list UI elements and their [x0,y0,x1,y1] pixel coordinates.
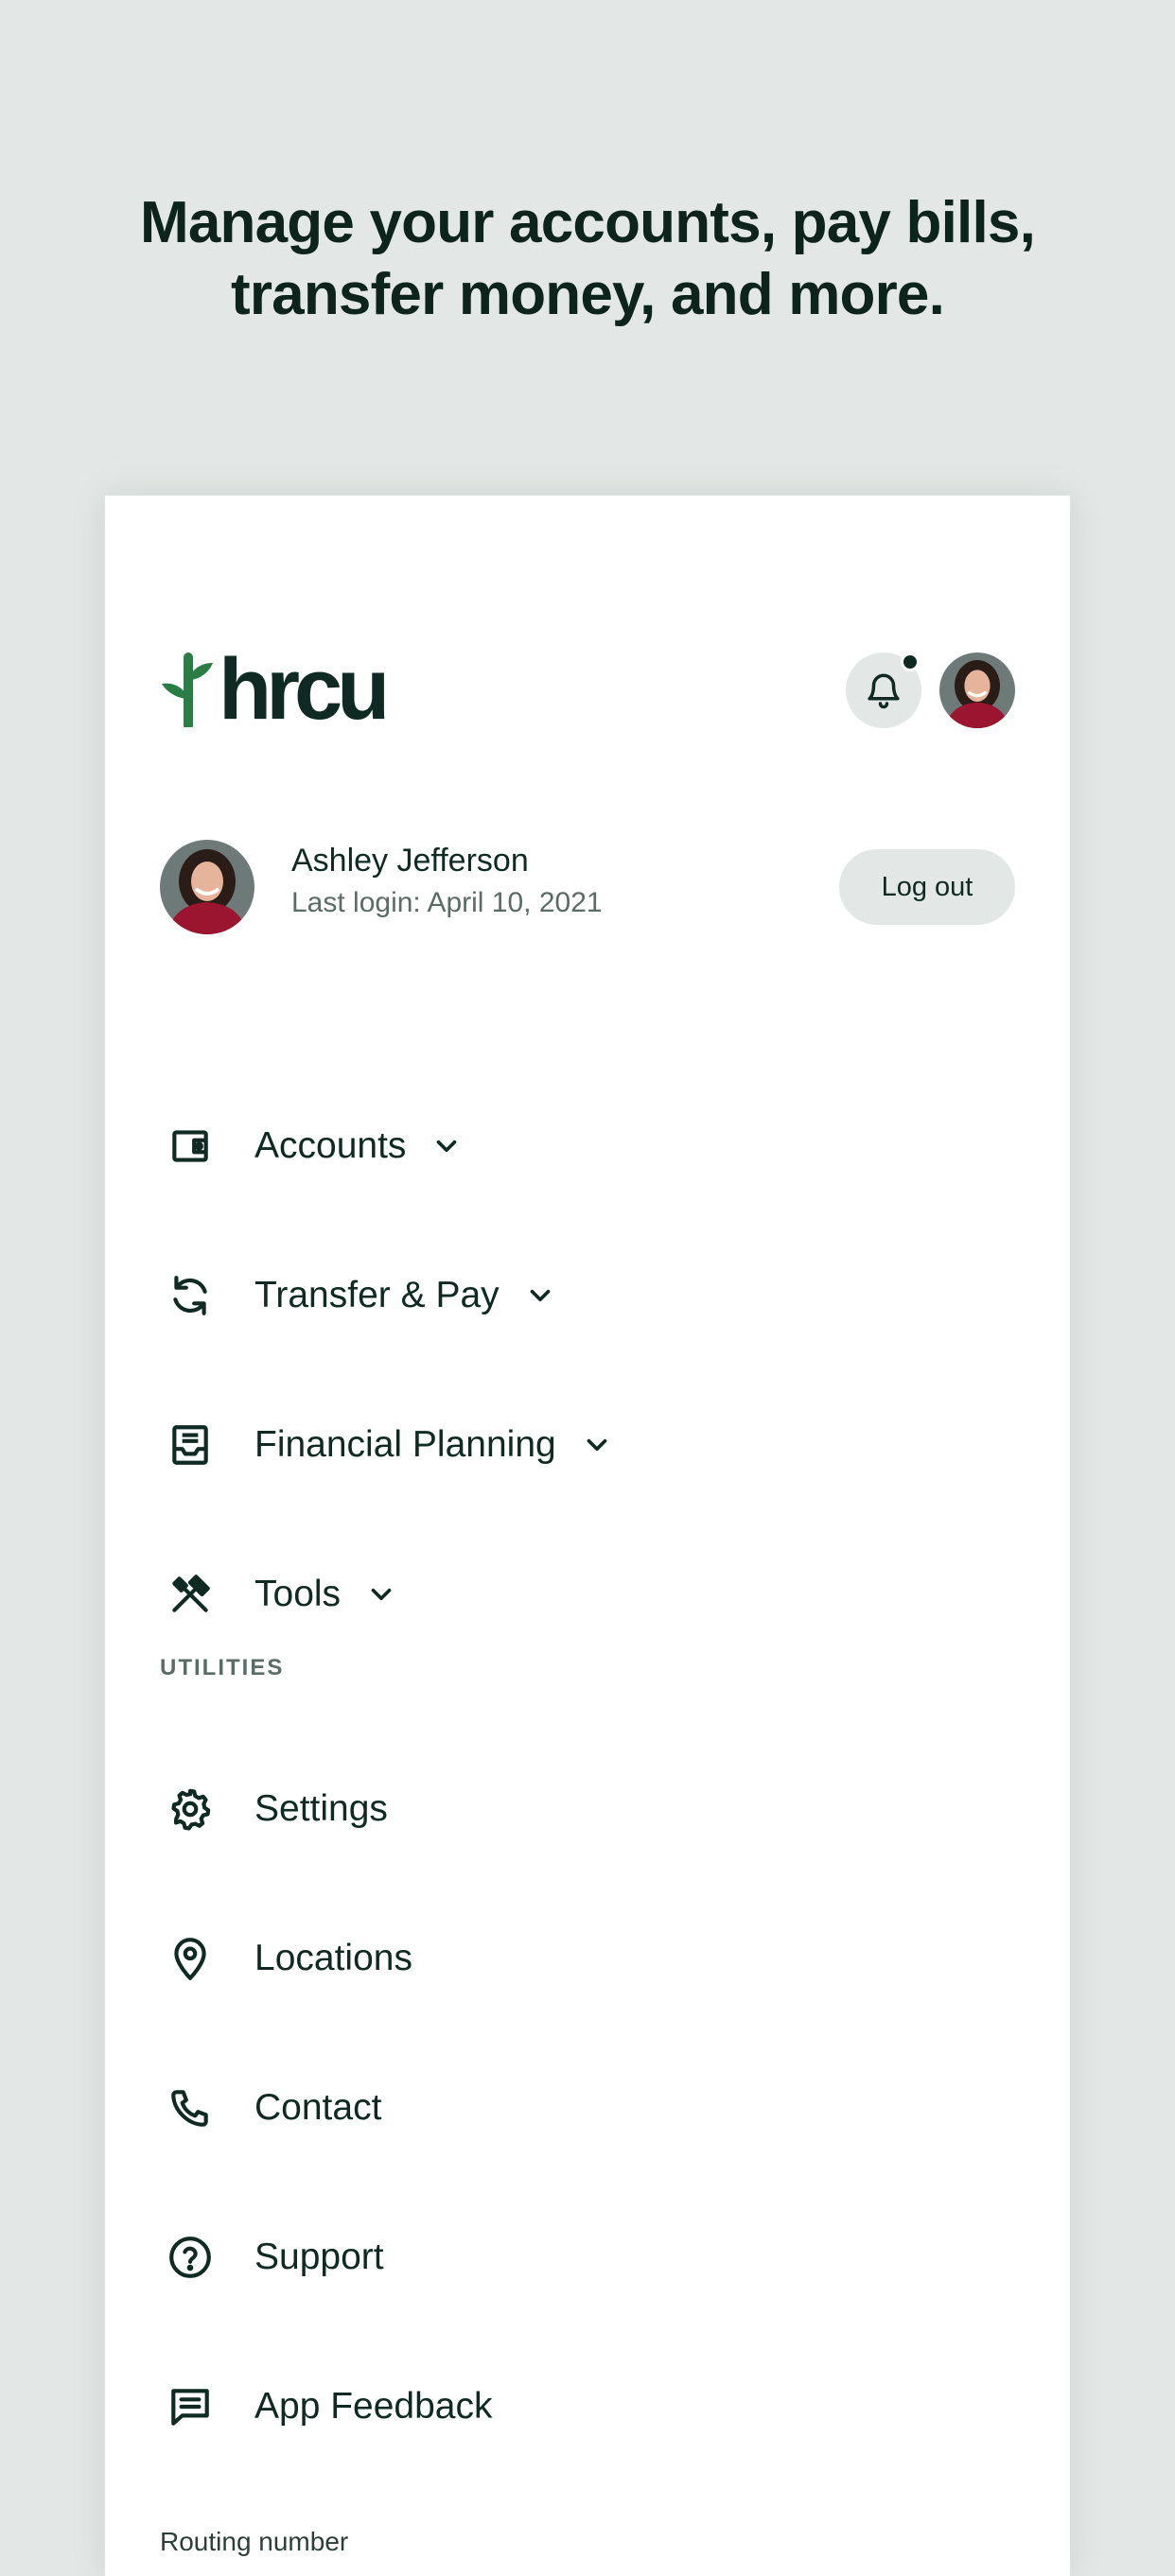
chevron-down-icon[interactable] [524,1277,562,1314]
last-login-text: Last login: April 10, 2021 [291,887,603,918]
notifications-button[interactable] [846,653,921,728]
nav-item-label: App Feedback [254,2386,493,2427]
utilities-section-label: UTILITIES [160,1655,285,1680]
sync-icon [160,1265,220,1326]
nav-item-label: Contact [254,2087,382,2128]
nav-item-app-feedback[interactable]: App Feedback [160,2359,1011,2454]
nav-item-label: Support [254,2237,384,2277]
nav-item-label: Locations [254,1938,412,1978]
phone-icon [160,2078,220,2138]
navigation-drawer: hrcu Ashley Jefferson Last login: April … [105,496,1070,2576]
nav-item-locations[interactable]: Locations [160,1911,1011,2006]
tools-icon [160,1564,220,1625]
feedback-icon [160,2376,220,2437]
chevron-down-icon[interactable] [365,1575,403,1613]
sprout-logo-icon [162,653,213,727]
nav-item-tools[interactable]: Tools [160,1547,1011,1642]
nav-item-label: Financial Planning [254,1424,556,1465]
avatar-photo [160,840,254,934]
nav-item-accounts[interactable]: Accounts [160,1099,1011,1193]
nav-item-label: Accounts [254,1125,407,1166]
hero-headline-line-2: transfer money, and more. [230,262,945,327]
gear-icon [160,1779,220,1839]
logout-button[interactable]: Log out [839,849,1015,925]
hero-headline-line-1: Manage your accounts, pay bills, [140,190,1036,255]
wallet-icon [160,1116,220,1176]
nav-item-financial-planning[interactable]: Financial Planning [160,1398,1011,1492]
chevron-down-icon[interactable] [581,1426,619,1464]
profile-avatar-button[interactable] [939,653,1015,728]
nav-item-contact[interactable]: Contact [160,2061,1011,2155]
nav-item-support[interactable]: Support [160,2210,1011,2305]
chevron-down-icon[interactable] [430,1127,468,1165]
location-pin-icon [160,1928,220,1989]
logo-text: hrcu [219,641,390,738]
nav-item-label: Settings [254,1788,388,1829]
avatar-photo [939,653,1015,728]
bell-icon [868,673,900,709]
nav-item-settings[interactable]: Settings [160,1762,1011,1856]
help-circle-icon [160,2227,220,2288]
inbox-icon [160,1415,220,1475]
user-name: Ashley Jefferson [291,843,529,879]
notification-dot [901,653,920,671]
hero-headline: Manage your accounts, pay bills, transfe… [0,187,1175,331]
hrcu-logo[interactable]: hrcu [160,641,390,738]
routing-number-label: Routing number [160,2527,349,2556]
user-avatar [160,840,254,934]
nav-item-transfer-pay[interactable]: Transfer & Pay [160,1248,1011,1343]
nav-item-label: Transfer & Pay [254,1275,500,1315]
nav-item-label: Tools [254,1574,342,1614]
